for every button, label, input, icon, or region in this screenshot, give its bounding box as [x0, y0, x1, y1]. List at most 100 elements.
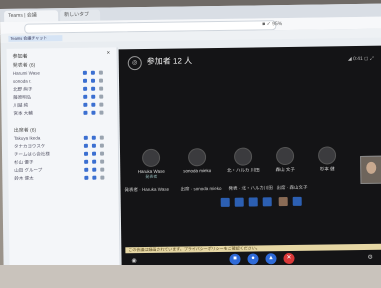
- avatar: [187, 148, 207, 167]
- more-icon[interactable]: [100, 175, 105, 180]
- list-item[interactable]: 北野 絢子: [13, 85, 111, 93]
- participant-tile[interactable]: 杉本 健: [308, 146, 346, 173]
- share-icon[interactable]: ▲: [265, 253, 277, 265]
- participant-name: 北野 絢子: [13, 86, 33, 92]
- browser-status: ■ ✓ 95%: [262, 21, 283, 28]
- strip-label: 発表 · 北・ハルカ川田: [228, 185, 273, 191]
- more-icon[interactable]: [99, 143, 104, 148]
- participant-name: 杉山 優子: [14, 159, 34, 165]
- list-item[interactable]: Takuya Ikeda: [14, 134, 112, 142]
- participant-strip: 発表者 · Haruka Wase 出席 · sonoda mieko 発表 ·…: [125, 184, 325, 197]
- mic-icon: [90, 78, 96, 83]
- avatar: [141, 148, 161, 168]
- mic-icon: [91, 86, 96, 91]
- participants-panel: 参加者 × 発表者 (6) Harumi Wase sonoda r. 北野 絢…: [6, 47, 121, 283]
- participant-name: 鈴木 健太: [14, 175, 34, 181]
- video-icon: [83, 86, 88, 91]
- video-icon: [84, 167, 89, 172]
- video-icon: [83, 94, 88, 99]
- avatar: [233, 147, 253, 166]
- video-icon: [84, 159, 89, 164]
- meeting-stage: ◎ 参加者 12 人 ◢ 0:41 ◻ ⤢ Haruka Wase 発表者 son…: [118, 45, 381, 270]
- participant-name: タナカヨウスケ: [13, 143, 46, 149]
- mic-icon: [91, 143, 96, 148]
- more-icon[interactable]: [99, 86, 104, 91]
- more-icon[interactable]: [100, 151, 105, 156]
- participant-name: 藤原明弘: [13, 94, 32, 100]
- close-icon[interactable]: ×: [107, 50, 111, 56]
- self-view[interactable]: [360, 155, 381, 184]
- more-icon[interactable]: [99, 135, 104, 140]
- participant-tile[interactable]: 森山 文子: [266, 146, 304, 174]
- participant-tile[interactable]: 北・ハルカ 川田: [224, 147, 262, 174]
- participant-name: チームはら会社様: [13, 151, 50, 157]
- list-item[interactable]: 宮本 大輔: [13, 109, 111, 117]
- participant-tile[interactable]: sonoda mieko: [178, 148, 216, 174]
- video-icon: [82, 70, 87, 75]
- mic-icon: [92, 167, 97, 172]
- avatar: [275, 146, 295, 166]
- list-item[interactable]: チームはら会社様: [14, 150, 112, 158]
- mic-icon: [92, 151, 97, 156]
- participant-count: 参加者 12 人: [146, 56, 193, 66]
- more-icon[interactable]: [98, 70, 103, 75]
- mic-icon: [91, 94, 96, 99]
- list-item[interactable]: 山田 グループ: [14, 166, 112, 174]
- more-icon[interactable]: [99, 110, 104, 115]
- participant-tile[interactable]: Haruka Wase 発表者: [132, 148, 170, 181]
- video-icon: [84, 151, 89, 156]
- video-icon: [83, 102, 88, 107]
- mic-icon: [91, 102, 96, 107]
- list-item[interactable]: 杉山 優子: [14, 158, 112, 166]
- browser-window: Teams | 会議 新しいタブ ■ ✓ 95% Teams 会議チャット 参加…: [0, 3, 381, 283]
- mic-icon[interactable]: ●: [247, 253, 259, 265]
- participant-name: 宮本 大輔: [13, 110, 33, 116]
- camera-icon[interactable]: ■: [229, 253, 241, 265]
- mini-tile[interactable]: [234, 197, 244, 207]
- participant-name: 山田 グループ: [14, 167, 43, 173]
- tile-name: 森山 文子: [275, 166, 295, 173]
- list-item[interactable]: Harumi Wase: [13, 69, 111, 77]
- panel-title: 参加者: [12, 53, 28, 60]
- more-icon[interactable]: [100, 167, 105, 172]
- strip-label: 出席 · sonoda mieko: [180, 185, 222, 192]
- more-icon[interactable]: [99, 94, 104, 99]
- hangup-icon[interactable]: ✕: [283, 252, 295, 265]
- more-icon[interactable]: [98, 78, 104, 83]
- strip-label: 出席 · 森山文子: [276, 184, 308, 191]
- mic-icon: [92, 159, 97, 164]
- tab-teams[interactable]: Teams | 会議: [4, 10, 59, 22]
- settings-icon[interactable]: ⚙: [367, 254, 372, 261]
- participant-name: Takuya Ikeda: [13, 135, 41, 141]
- mini-tile[interactable]: [248, 197, 258, 207]
- list-item[interactable]: 川越 純: [13, 101, 111, 109]
- participant-name: 川越 純: [13, 102, 29, 108]
- chat-icon[interactable]: ◉: [131, 257, 136, 264]
- tile-role: 発表者: [145, 173, 158, 179]
- video-icon: [83, 143, 88, 148]
- list-item[interactable]: sonoda r.: [13, 77, 111, 85]
- mic-icon: [90, 70, 95, 75]
- face-image: [366, 161, 377, 174]
- more-icon[interactable]: [100, 159, 105, 164]
- tab-new[interactable]: 新しいタブ: [60, 9, 101, 22]
- participant-name: sonoda r.: [12, 78, 32, 84]
- tile-name: 北・ハルカ 川田: [226, 167, 260, 173]
- bookmark-item[interactable]: Teams 会議チャット: [8, 35, 63, 42]
- mic-icon: [91, 135, 96, 140]
- video-icon: [83, 110, 88, 115]
- video-icon: [84, 175, 89, 180]
- list-item[interactable]: 鈴木 健太: [14, 174, 112, 182]
- mini-tile[interactable]: [278, 197, 288, 207]
- mini-tile[interactable]: [292, 196, 302, 206]
- tile-name: sonoda mieko: [183, 168, 212, 174]
- mini-tile[interactable]: [220, 197, 230, 207]
- participants-icon[interactable]: ◎: [127, 56, 142, 71]
- list-item[interactable]: タナカヨウスケ: [14, 142, 112, 150]
- video-icon: [83, 135, 88, 140]
- more-icon[interactable]: [99, 102, 104, 107]
- view-controls[interactable]: ◢ 0:41 ◻ ⤢: [348, 56, 374, 62]
- list-item[interactable]: 藤原明弘: [13, 93, 111, 101]
- mic-icon: [91, 110, 96, 115]
- mini-tile[interactable]: [262, 197, 272, 207]
